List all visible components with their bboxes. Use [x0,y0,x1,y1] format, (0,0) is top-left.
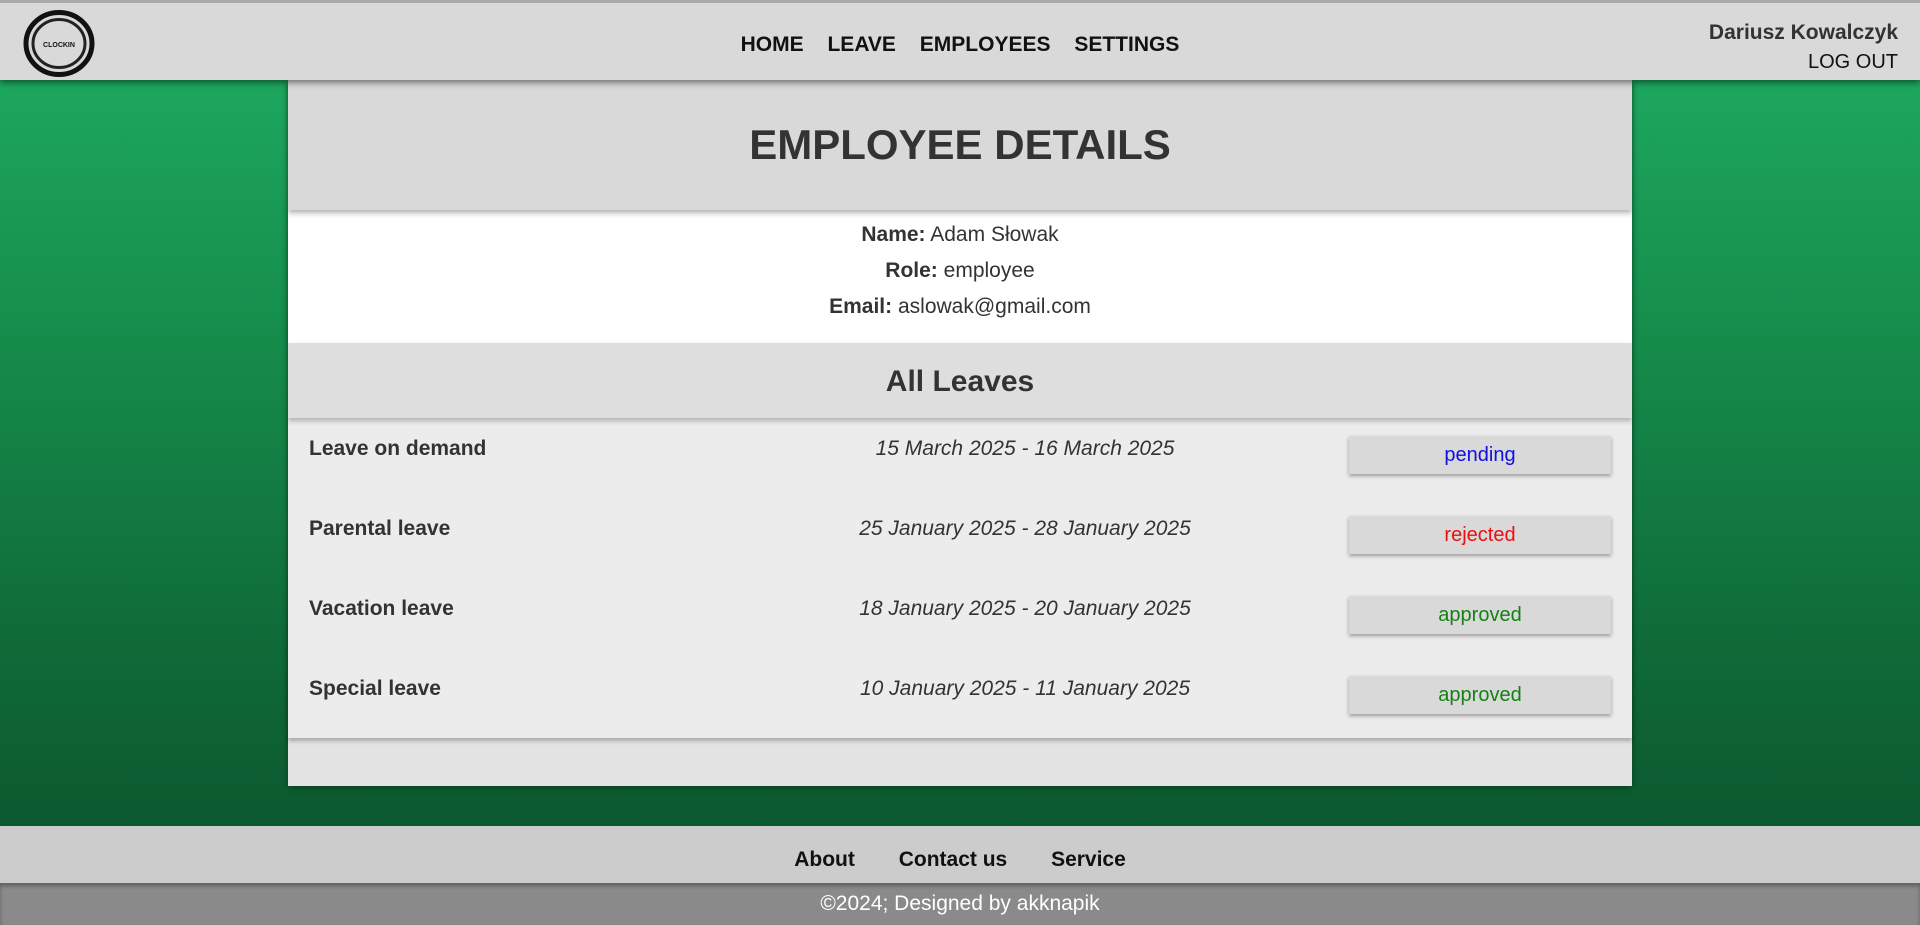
employee-email: aslowak@gmail.com [897,295,1091,318]
copyright: ©2024; Designed by akknapik [0,883,1920,925]
leave-status-button[interactable]: pending [1349,436,1611,474]
footer-about-link[interactable]: About [794,848,855,871]
leave-row: Parental leave 25 January 2025 - 28 Janu… [288,498,1632,578]
leaves-heading: All Leaves [885,365,1035,398]
nav-employees[interactable]: EMPLOYEES [920,33,1051,56]
email-label: Email: [829,295,893,318]
current-user-name: Dariusz Kowalczyk [1708,21,1898,44]
main-nav: HOME LEAVE EMPLOYEES SETTINGS [0,33,1920,57]
employee-role-row: Role: employee [288,258,1632,294]
employee-name: Adam Słowak [930,223,1059,246]
employee-details-panel: EMPLOYEE DETAILS Name: Adam Słowak Role:… [288,80,1632,786]
employee-info: Name: Adam Słowak Role: employee Email: … [288,210,1632,343]
leave-status-button[interactable]: rejected [1349,516,1611,554]
footer-service-link[interactable]: Service [1051,848,1126,871]
employee-role: employee [943,259,1035,282]
employee-name-row: Name: Adam Słowak [288,222,1632,258]
top-navbar: CLOCKIN HOME LEAVE EMPLOYEES SETTINGS Da… [0,0,1920,80]
nav-settings[interactable]: SETTINGS [1074,33,1179,56]
leave-status-button[interactable]: approved [1349,676,1611,714]
leave-row: Special leave 10 January 2025 - 11 Janua… [288,658,1632,738]
leave-row: Vacation leave 18 January 2025 - 20 Janu… [288,578,1632,658]
title-section: EMPLOYEE DETAILS [288,80,1632,210]
leave-status-button[interactable]: approved [1349,596,1611,634]
employee-email-row: Email: aslowak@gmail.com [288,294,1632,330]
leave-row: Leave on demand 15 March 2025 - 16 March… [288,418,1632,498]
nav-home[interactable]: HOME [741,33,804,56]
footer-links: About Contact us Service [0,826,1920,883]
user-menu: Dariusz Kowalczyk LOG OUT [1709,21,1898,74]
role-label: Role: [885,259,938,282]
page-title: EMPLOYEE DETAILS [749,121,1171,168]
logout-link[interactable]: LOG OUT [1709,51,1898,74]
footer-contact-link[interactable]: Contact us [899,848,1008,871]
name-label: Name: [861,223,926,246]
leaves-heading-section: All Leaves [288,343,1632,418]
nav-leave[interactable]: LEAVE [827,33,895,56]
